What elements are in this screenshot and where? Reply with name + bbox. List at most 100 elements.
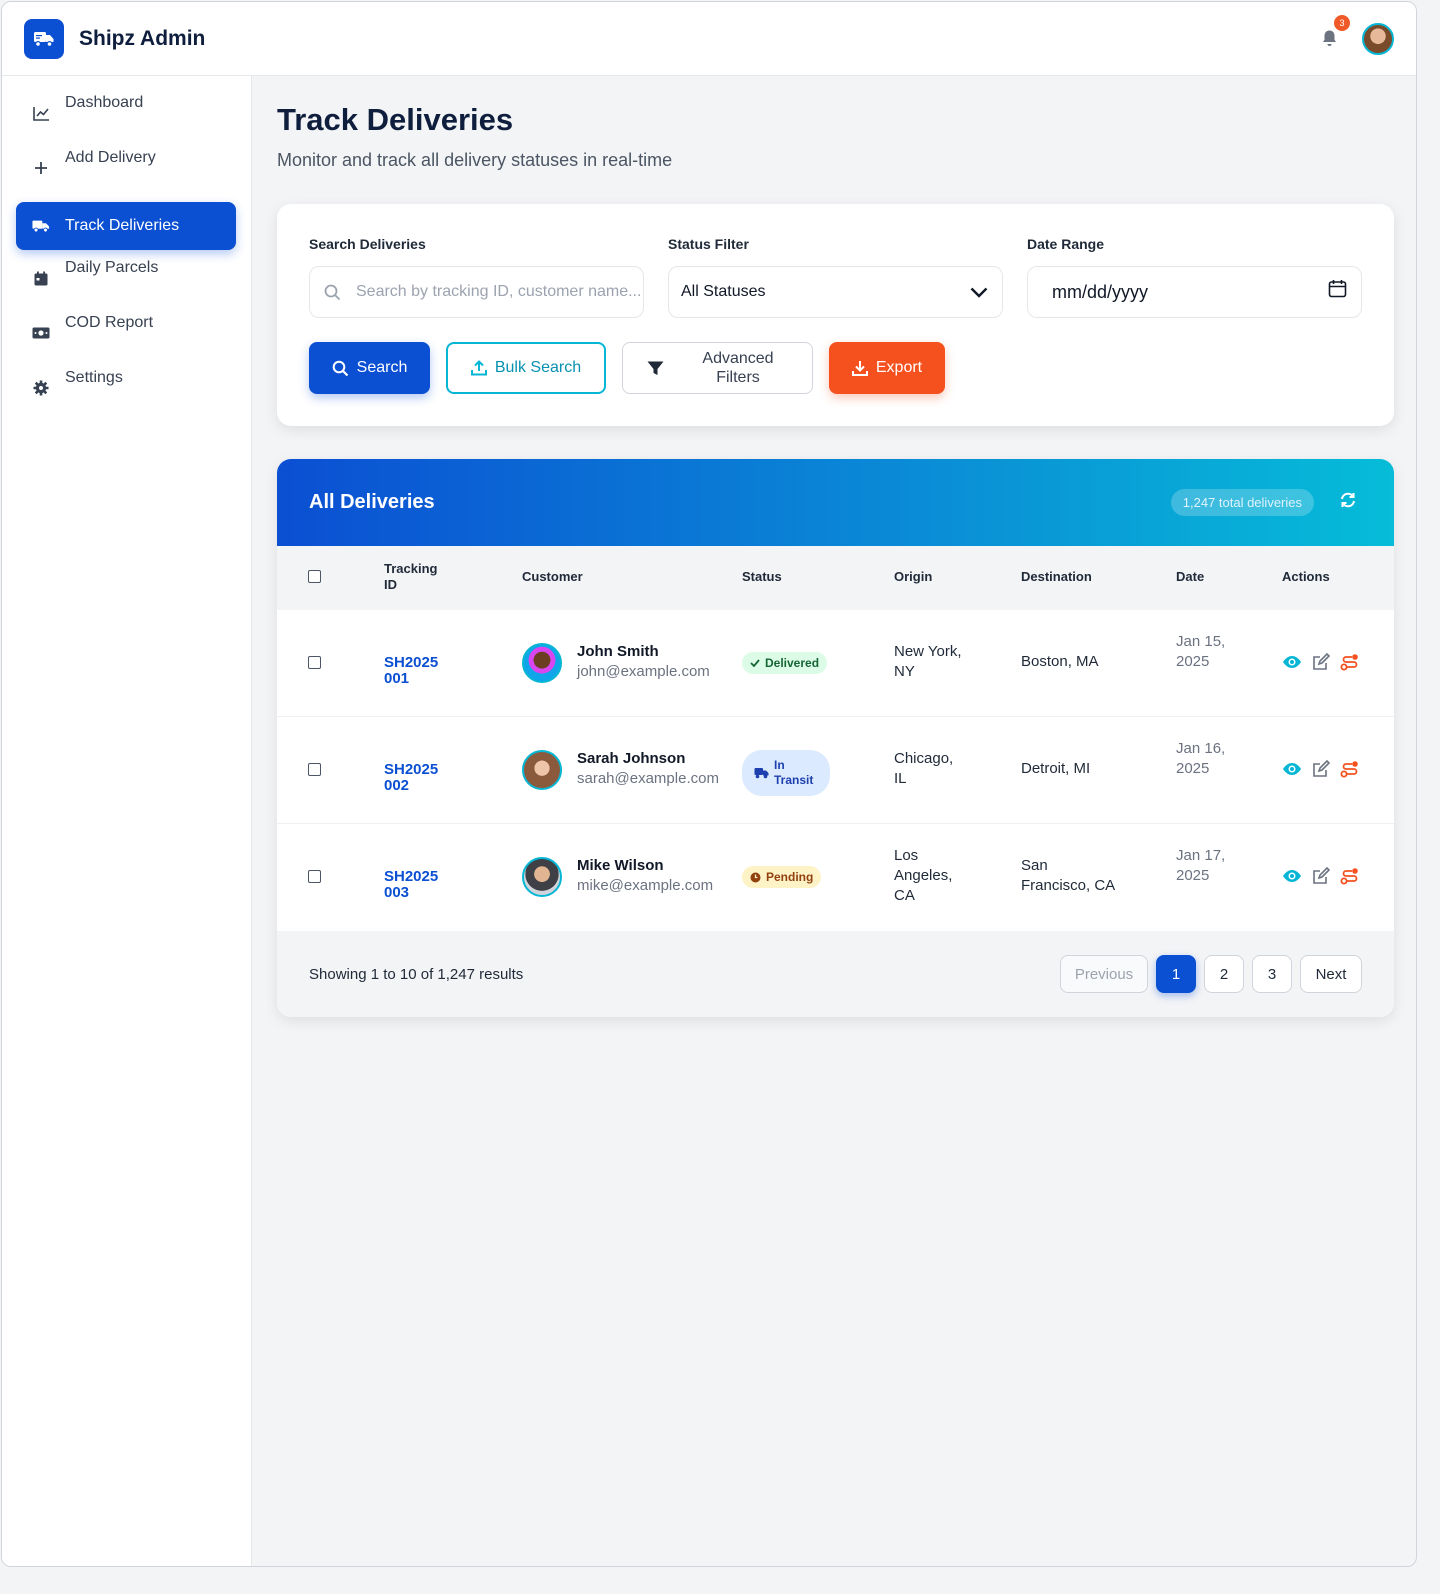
filter-card: Search Deliveries Status Filter Date Ran… bbox=[277, 204, 1394, 426]
route-icon[interactable] bbox=[1340, 760, 1359, 778]
tracking-id-link[interactable]: SH2025 003 bbox=[384, 869, 454, 901]
advanced-filters-button[interactable]: Advanced Filters bbox=[622, 342, 813, 394]
logo[interactable] bbox=[24, 18, 64, 59]
bell-icon bbox=[1322, 30, 1336, 46]
column-customer[interactable]: Customer bbox=[522, 569, 583, 585]
status-badge: In Transit bbox=[742, 750, 830, 796]
notifications-button[interactable]: 3 bbox=[1316, 14, 1350, 52]
search-placeholder: Search by tracking ID, customer name... bbox=[356, 283, 642, 300]
date-placeholder: mm/dd/yyyy bbox=[1052, 281, 1149, 302]
sidebar-item-label: Settings bbox=[65, 369, 123, 386]
table-row[interactable]: SH2025 003 Mike Wilson mike@example.com … bbox=[277, 824, 1394, 931]
edit-icon[interactable] bbox=[1312, 760, 1330, 778]
sidebar-item-daily-parcels[interactable]: Daily Parcels bbox=[16, 249, 236, 297]
page-3-button[interactable]: 3 bbox=[1252, 955, 1292, 993]
table-row[interactable]: SH2025 001 John Smith john@example.com D… bbox=[277, 610, 1394, 717]
customer-email: sarah@example.com bbox=[577, 770, 719, 787]
column-tracking-id[interactable]: Tracking ID bbox=[384, 561, 444, 593]
customer-name: John Smith bbox=[577, 643, 659, 660]
column-status[interactable]: Status bbox=[742, 569, 782, 585]
sidebar-item-label: COD Report bbox=[65, 314, 154, 331]
tracking-id-link[interactable]: SH2025 002 bbox=[384, 762, 454, 794]
origin: Chicago, IL bbox=[894, 750, 954, 787]
advanced-filters-label: Advanced Filters bbox=[702, 350, 774, 386]
refresh-icon[interactable] bbox=[1340, 492, 1356, 508]
status-select-value: All Statuses bbox=[681, 283, 766, 300]
bulk-search-button[interactable]: Bulk Search bbox=[446, 342, 606, 394]
status-text: In Transit bbox=[774, 758, 814, 787]
pagination: Previous 1 2 3 Next bbox=[1060, 955, 1362, 993]
search-input[interactable]: Search by tracking ID, customer name... bbox=[309, 266, 644, 318]
next-page-button[interactable]: Next bbox=[1300, 955, 1362, 993]
status-select[interactable]: All Statuses bbox=[668, 266, 1003, 318]
app-window: Shipz Admin 3 Dashboard Add Delivery Tra… bbox=[1, 1, 1417, 1567]
customer-avatar bbox=[522, 643, 562, 683]
tracking-id-link[interactable]: SH2025 001 bbox=[384, 655, 454, 687]
check-icon bbox=[750, 659, 760, 667]
delivery-date: Jan 16, 2025 bbox=[1176, 740, 1226, 777]
destination: Detroit, MI bbox=[1021, 760, 1091, 777]
column-origin[interactable]: Origin bbox=[894, 569, 932, 585]
row-actions bbox=[1282, 653, 1359, 671]
export-label: Export bbox=[875, 359, 923, 376]
clock-icon bbox=[750, 872, 761, 882]
table-header-banner: All Deliveries 1,247 total deliveries bbox=[277, 459, 1394, 546]
main-content: Track Deliveries Monitor and track all d… bbox=[253, 76, 1416, 1566]
previous-page-button[interactable]: Previous bbox=[1060, 955, 1148, 993]
search-button-label: Search bbox=[356, 359, 408, 376]
page-title: Track Deliveries bbox=[277, 102, 514, 137]
sidebar-item-add-delivery[interactable]: Add Delivery bbox=[16, 139, 236, 187]
edit-icon[interactable] bbox=[1312, 867, 1330, 885]
column-actions: Actions bbox=[1282, 569, 1330, 584]
route-icon[interactable] bbox=[1340, 653, 1359, 671]
search-icon bbox=[332, 360, 348, 376]
customer-avatar bbox=[522, 750, 562, 790]
top-bar: Shipz Admin 3 bbox=[2, 2, 1416, 76]
page-subtitle: Monitor and track all delivery statuses … bbox=[277, 150, 673, 170]
view-eye-icon[interactable] bbox=[1282, 869, 1302, 883]
date-range-label: Date Range bbox=[1027, 236, 1105, 252]
customer-email: mike@example.com bbox=[577, 877, 714, 894]
user-avatar[interactable] bbox=[1362, 22, 1394, 55]
customer-name: Sarah Johnson bbox=[577, 750, 686, 767]
export-button[interactable]: Export bbox=[829, 342, 945, 394]
notification-badge: 3 bbox=[1334, 14, 1350, 31]
column-date[interactable]: Date bbox=[1176, 569, 1204, 585]
row-checkbox[interactable] bbox=[308, 656, 321, 669]
view-eye-icon[interactable] bbox=[1282, 655, 1302, 669]
select-all-checkbox[interactable] bbox=[308, 570, 321, 583]
table-row[interactable]: SH2025 002 Sarah Johnson sarah@example.c… bbox=[277, 717, 1394, 824]
gear-icon bbox=[32, 379, 50, 397]
page-1-button[interactable]: 1 bbox=[1156, 955, 1196, 993]
customer-name: Mike Wilson bbox=[577, 857, 664, 874]
sidebar-item-cod-report[interactable]: COD Report bbox=[16, 304, 236, 352]
brand-name: Shipz Admin bbox=[79, 26, 206, 50]
status-filter-label: Status Filter bbox=[668, 236, 749, 252]
truck-icon bbox=[754, 768, 769, 779]
status-badge: Delivered bbox=[742, 652, 828, 674]
row-actions bbox=[1282, 760, 1359, 778]
status-badge: Pending bbox=[742, 866, 822, 888]
view-eye-icon[interactable] bbox=[1282, 762, 1302, 776]
origin: New York, NY bbox=[894, 643, 962, 680]
sidebar-item-track-deliveries[interactable]: Track Deliveries bbox=[16, 202, 236, 250]
page-2-button[interactable]: 2 bbox=[1204, 955, 1244, 993]
sidebar-item-settings[interactable]: Settings bbox=[16, 359, 236, 407]
column-destination[interactable]: Destination bbox=[1021, 569, 1092, 585]
search-icon bbox=[324, 284, 341, 300]
calendar-icon bbox=[32, 269, 50, 287]
chevron-down-icon bbox=[970, 287, 988, 298]
row-checkbox[interactable] bbox=[308, 763, 321, 776]
table-head: Tracking ID Customer Status Origin Desti… bbox=[277, 546, 1394, 610]
delivery-date: Jan 15, 2025 bbox=[1176, 633, 1226, 670]
edit-icon[interactable] bbox=[1312, 653, 1330, 671]
destination: San Francisco, CA bbox=[1021, 857, 1116, 894]
filter-icon bbox=[647, 361, 664, 375]
route-icon[interactable] bbox=[1340, 867, 1359, 885]
search-button[interactable]: Search bbox=[309, 342, 430, 394]
origin: Los Angeles, CA bbox=[894, 847, 953, 904]
date-range-input[interactable]: mm/dd/yyyy bbox=[1027, 266, 1362, 318]
destination: Boston, MA bbox=[1021, 653, 1099, 670]
row-checkbox[interactable] bbox=[308, 870, 321, 883]
sidebar-item-dashboard[interactable]: Dashboard bbox=[16, 84, 236, 132]
